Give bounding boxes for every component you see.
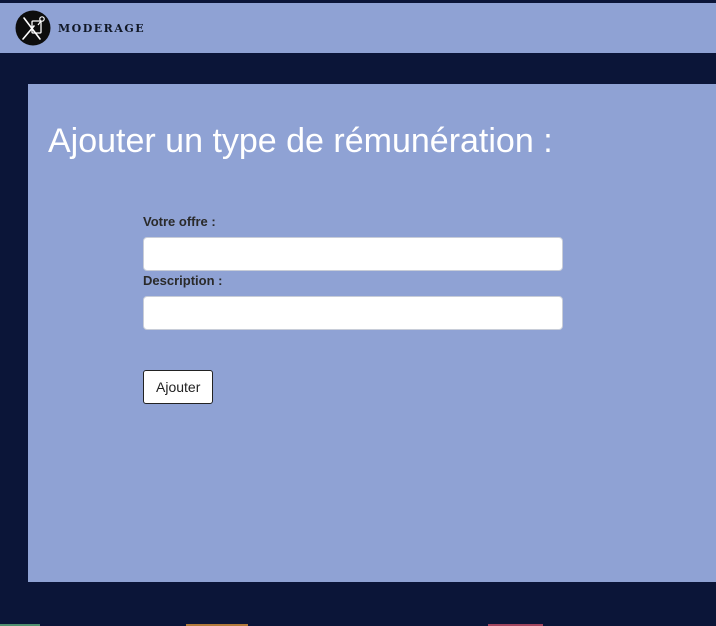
offer-label: Votre offre : <box>143 214 216 229</box>
offer-input[interactable] <box>143 237 563 271</box>
tools-logo-icon <box>15 10 51 46</box>
add-button[interactable]: Ajouter <box>143 370 214 404</box>
top-navbar: MODERAGE <box>0 3 716 53</box>
form-panel: Ajouter un type de rémunération : Votre … <box>28 84 716 582</box>
brand-logo-link[interactable]: MODERAGE <box>15 10 145 46</box>
brand-name: MODERAGE <box>58 21 146 35</box>
page-title: Ajouter un type de rémunération : <box>48 122 553 160</box>
description-input[interactable] <box>143 296 563 330</box>
remuneration-form: Votre offre : Description : Ajouter <box>143 214 563 404</box>
description-label: Description : <box>143 273 223 288</box>
